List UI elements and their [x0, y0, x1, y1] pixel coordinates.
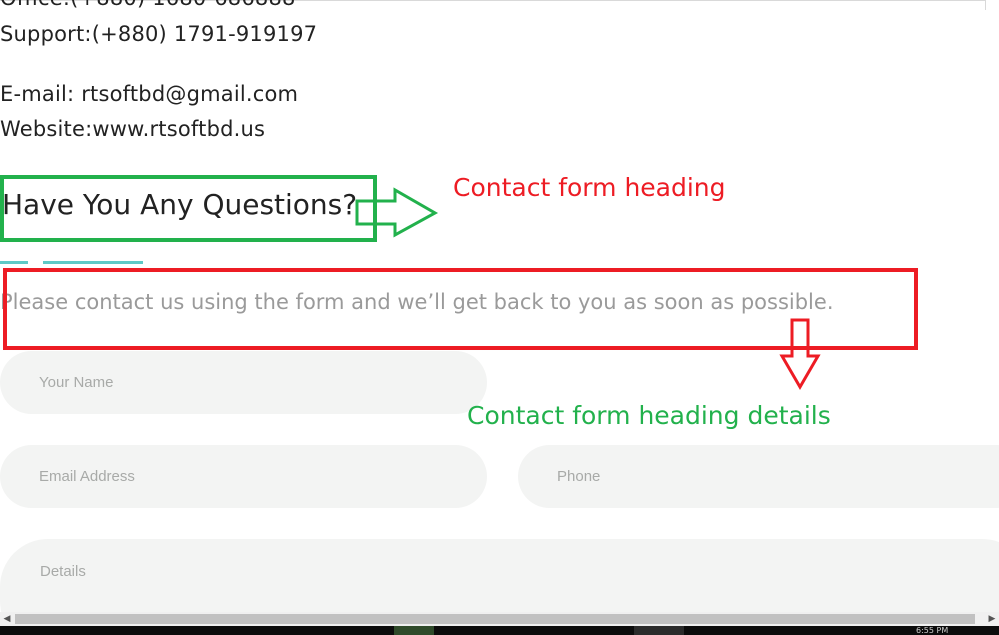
heading-divider-short	[0, 261, 28, 264]
email-text: E-mail: rtsoftbd@gmail.com	[0, 82, 299, 106]
email-placeholder: Email Address	[39, 468, 135, 485]
name-placeholder: Your Name	[39, 374, 114, 391]
taskbar-clock: 6:55 PM	[916, 626, 949, 635]
red-arrow-icon	[779, 318, 821, 390]
email-input[interactable]: Email Address	[0, 445, 487, 508]
heading-highlight-box	[0, 175, 377, 242]
scroll-right-icon[interactable]: ▶	[985, 612, 999, 626]
taskbar-app-button-2[interactable]	[634, 626, 684, 635]
heading-divider-long	[43, 261, 143, 264]
support-phone: Support:(+880) 1791-919197	[0, 22, 318, 46]
taskbar-app-button[interactable]	[394, 626, 434, 635]
details-annotation-label: Contact form heading details	[467, 401, 831, 430]
office-phone: Office:(+880) 1680-686888	[0, 0, 296, 10]
top-right-border	[985, 0, 986, 10]
heading-annotation-label: Contact form heading	[453, 173, 726, 202]
website-text: Website:www.rtsoftbd.us	[0, 117, 266, 141]
phone-input[interactable]: Phone	[518, 445, 999, 508]
scrollbar-thumb[interactable]	[15, 614, 975, 624]
details-placeholder: Details	[40, 563, 86, 580]
scroll-left-icon[interactable]: ◀	[0, 612, 14, 626]
name-input[interactable]: Your Name	[0, 351, 487, 414]
taskbar	[0, 626, 999, 635]
phone-placeholder: Phone	[557, 468, 601, 485]
page: Office:(+880) 1680-686888 Support:(+880)…	[0, 0, 999, 635]
green-arrow-icon	[355, 187, 439, 238]
